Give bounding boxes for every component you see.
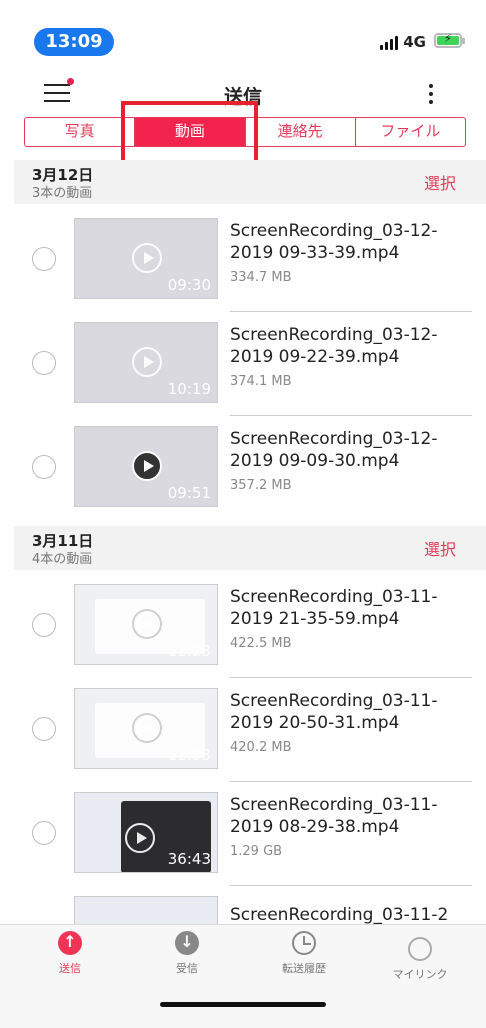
video-thumbnail: 36:43 (74, 792, 218, 873)
tab-files[interactable]: ファイル (356, 118, 465, 146)
signal-icon (380, 36, 398, 50)
list-item[interactable]: 11:23 ScreenRecording_03-11-2019 21-35-5… (14, 574, 486, 678)
video-thumbnail: 09:30 (74, 218, 218, 299)
video-thumbnail (74, 896, 218, 924)
file-name: ScreenRecording_03-12-2019 09-33-39.mp4 (230, 221, 438, 263)
more-options-icon[interactable] (428, 84, 434, 104)
link-icon (403, 932, 437, 966)
highlight-box (121, 101, 258, 166)
video-duration: 10:19 (167, 380, 211, 398)
video-duration: 11:23 (167, 642, 211, 660)
tab-history[interactable]: 転送履歴 (254, 931, 354, 976)
file-size: 422.5 MB (230, 636, 292, 651)
play-icon (132, 713, 162, 743)
section-count: 3本の動画 (32, 186, 93, 201)
select-button[interactable]: 選択 (424, 170, 456, 194)
tab-photos[interactable]: 写真 (25, 118, 136, 146)
section-count: 4本の動画 (32, 552, 93, 567)
video-duration: 36:43 (167, 850, 211, 868)
status-time: 13:09 (34, 28, 114, 56)
select-radio[interactable] (32, 247, 56, 271)
file-name: ScreenRecording_03-12-2019 09-22-39.mp4 (230, 325, 438, 367)
tab-mylink[interactable]: マイリンク (370, 931, 470, 982)
play-icon (132, 609, 162, 639)
play-icon (132, 451, 162, 481)
list-item[interactable]: 09:51 ScreenRecording_03-12-2019 09-09-3… (14, 416, 486, 520)
send-icon (58, 931, 82, 955)
tab-label: 転送履歴 (282, 962, 326, 975)
file-size: 374.1 MB (230, 374, 292, 389)
file-name: ScreenRecording_03-11-2019 21-35-59.mp4 (230, 587, 438, 629)
status-bar: 13:09 4G ⚡ (0, 0, 486, 70)
list-item[interactable]: ScreenRecording_03-11-2 (14, 886, 486, 924)
video-thumbnail: 11:23 (74, 584, 218, 665)
section-header: 3月12日 3本の動画 選択 (14, 160, 486, 204)
tab-label: 受信 (176, 962, 198, 975)
tab-label: マイリンク (392, 968, 448, 981)
select-radio[interactable] (32, 455, 56, 479)
video-duration: 09:30 (167, 276, 211, 294)
select-radio[interactable] (32, 351, 56, 375)
file-name: ScreenRecording_03-11-2019 20-50-31.mp4 (230, 691, 438, 733)
select-radio[interactable] (32, 717, 56, 741)
file-size: 334.7 MB (230, 270, 292, 285)
battery-icon: ⚡ (434, 32, 465, 48)
play-icon (125, 823, 155, 853)
tab-contacts[interactable]: 連絡先 (246, 118, 356, 146)
home-indicator (160, 1002, 326, 1007)
file-size: 357.2 MB (230, 478, 292, 493)
history-icon (292, 931, 316, 955)
list-item[interactable]: 11:33 ScreenRecording_03-11-2019 20-50-3… (14, 678, 486, 782)
list-item[interactable]: 09:30 ScreenRecording_03-12-2019 09-33-3… (14, 208, 486, 312)
select-radio[interactable] (32, 613, 56, 637)
video-thumbnail: 11:33 (74, 688, 218, 769)
video-thumbnail: 09:51 (74, 426, 218, 507)
tab-receive[interactable]: 受信 (137, 931, 237, 976)
file-name: ScreenRecording_03-11-2019 08-29-38.mp4 (230, 795, 438, 837)
video-thumbnail: 10:19 (74, 322, 218, 403)
video-duration: 09:51 (167, 484, 211, 502)
select-radio[interactable] (32, 821, 56, 845)
network-type: 4G (403, 33, 426, 51)
select-button[interactable]: 選択 (424, 536, 456, 560)
file-size: 1.29 GB (230, 844, 283, 859)
tab-send[interactable]: 送信 (20, 931, 120, 976)
tab-label: 送信 (59, 962, 81, 975)
file-name: ScreenRecording_03-11-2 (230, 905, 449, 924)
list-item[interactable]: 10:19 ScreenRecording_03-12-2019 09-22-3… (14, 312, 486, 416)
bottom-tab-bar: 送信 受信 転送履歴 マイリンク (0, 924, 486, 1028)
list-item[interactable]: 36:43 ScreenRecording_03-11-2019 08-29-3… (14, 782, 486, 886)
file-name: ScreenRecording_03-12-2019 09-09-30.mp4 (230, 429, 438, 471)
file-size: 420.2 MB (230, 740, 292, 755)
receive-icon (175, 931, 199, 955)
section-header: 3月11日 4本の動画 選択 (14, 526, 486, 570)
play-icon (132, 243, 162, 273)
play-icon (132, 347, 162, 377)
video-duration: 11:33 (167, 746, 211, 764)
